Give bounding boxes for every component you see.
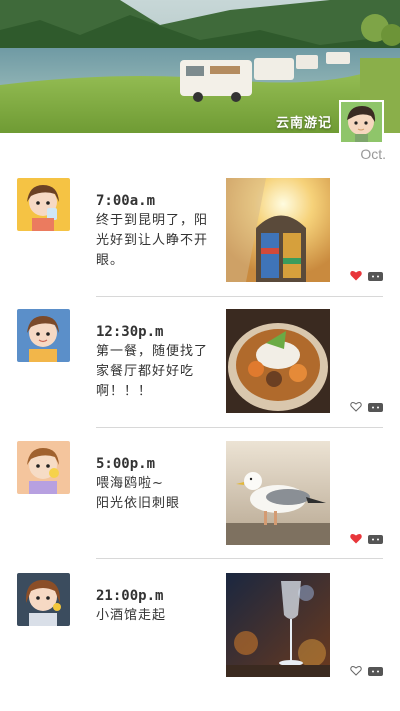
entry-photo[interactable] [226,441,330,545]
entry-photo[interactable] [226,573,330,677]
entry-text: 小酒馆走起 [96,608,167,623]
profile-avatar[interactable] [339,100,384,144]
timeline-entry: 21:00p.m 小酒馆走起 [0,573,400,683]
girl-drinking-icon [17,178,70,231]
comment-icon[interactable] [368,403,383,412]
entry-avatar [17,573,70,626]
heart-icon[interactable] [350,270,362,281]
divider [96,427,383,428]
timeline-entry: 7:00a.m 终于到昆明了，阳光好到让人睁不开眼。 [0,178,400,288]
girl-feeding-icon [17,441,70,494]
girl-flower-icon [17,573,70,626]
entry-text: 喂海鸥啦~ 阳光依旧刺眼 [96,476,181,511]
entry-time: 7:00a.m [96,193,156,209]
heart-icon[interactable] [350,665,362,676]
stained-glass-window-photo [226,178,330,282]
entry-avatar [17,309,70,362]
page-title: 云南游记 [275,116,332,131]
entry-avatar [17,441,70,494]
comment-icon[interactable] [368,535,383,544]
entry-time: 12:30p.m [96,324,164,340]
divider [96,558,383,559]
entry-time: 5:00p.m [96,456,156,472]
entry-photo[interactable] [226,178,330,282]
timeline-entry: 12:30p.m 第一餐，随便找了家餐厅都好好吃啊！！！ [0,309,400,419]
entry-avatar [17,178,70,231]
entry-photo[interactable] [226,309,330,413]
entry-text: 第一餐，随便找了家餐厅都好好吃啊！！！ [96,344,209,399]
food-bowl-photo [226,309,330,413]
heart-icon[interactable] [350,401,362,412]
girl-avatar-icon [341,102,382,142]
entry-time: 21:00p.m [96,588,164,604]
divider [96,296,383,297]
timeline-entry: 5:00p.m 喂海鸥啦~ 阳光依旧刺眼 [0,441,400,551]
month-label: Oct. [360,146,386,162]
wine-glass-photo [226,573,330,677]
entry-text: 终于到昆明了，阳光好到让人睁不开眼。 [96,213,209,268]
seagull-photo [226,441,330,545]
heart-icon[interactable] [350,533,362,544]
comment-icon[interactable] [368,272,383,281]
girl-eating-icon [17,309,70,362]
comment-icon[interactable] [368,667,383,676]
